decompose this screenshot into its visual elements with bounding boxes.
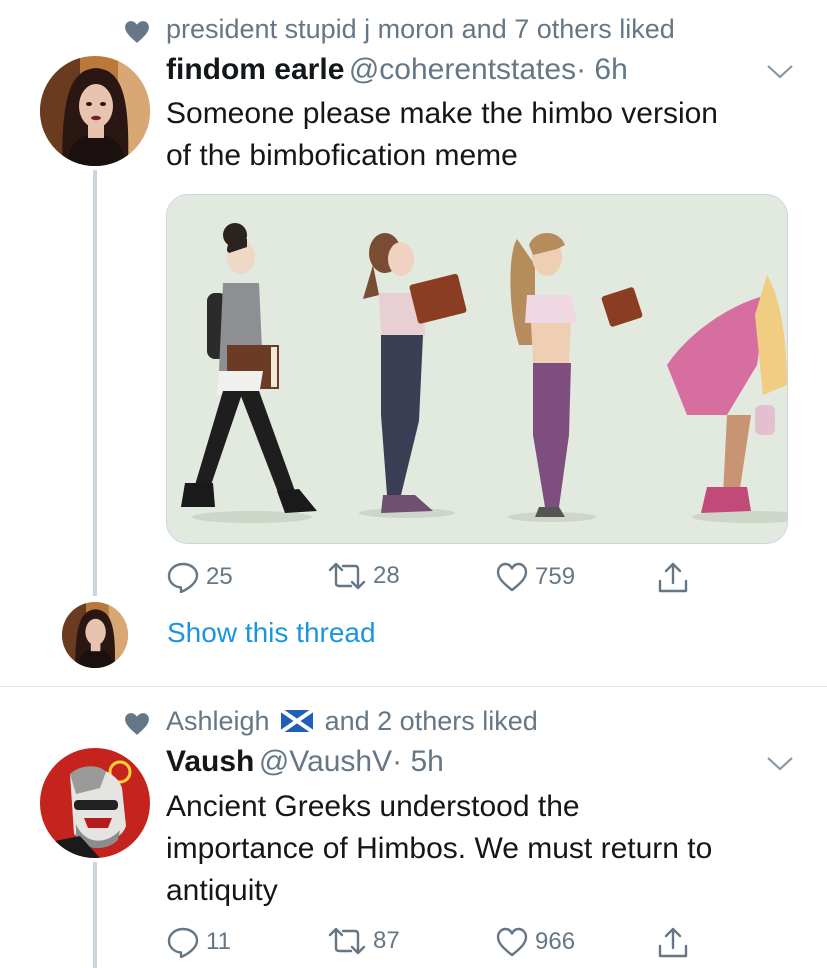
tweet-text-line: of the bimbofication meme (166, 139, 518, 172)
thread-avatar[interactable] (62, 602, 128, 668)
meme-illustration (167, 195, 787, 543)
retweet-count: 87 (373, 927, 400, 954)
timestamp[interactable]: · 5h (392, 745, 444, 778)
heart-icon (125, 713, 149, 735)
reply-count: 25 (206, 563, 233, 590)
share-button[interactable] (656, 926, 696, 960)
timestamp[interactable]: · 6h (576, 53, 628, 86)
like-icon (496, 927, 528, 957)
retweet-count: 28 (373, 562, 400, 589)
display-name[interactable]: findom earle (166, 53, 344, 86)
tweet-header: findom earle @coherentstates· 6h (166, 53, 628, 92)
social-context-name[interactable]: Ashleigh (166, 706, 270, 736)
retweet-button[interactable]: 87 (327, 926, 400, 956)
avatar[interactable] (40, 748, 150, 858)
tweet-divider (0, 686, 827, 687)
avatar-image (62, 602, 128, 668)
avatar-image (40, 748, 150, 858)
social-context-rest: and 2 others liked (324, 706, 538, 736)
handle[interactable]: @coherentstates (349, 53, 576, 86)
share-icon (658, 927, 688, 958)
tweet-text-line: antiquity (166, 874, 278, 907)
like-count: 966 (535, 928, 576, 955)
social-context[interactable]: president stupid j moron and 7 others li… (166, 14, 675, 45)
avatar-image (40, 56, 150, 166)
tweet-text: Ancient Greeks understood the importance… (166, 786, 712, 912)
reply-icon (167, 927, 199, 958)
handle[interactable]: @VaushV (259, 745, 392, 778)
thread-line (93, 862, 97, 968)
tweet-media-image[interactable] (166, 194, 788, 544)
tweet-text: Someone please make the himbo version of… (166, 93, 718, 177)
scotland-flag-icon (279, 708, 315, 734)
thread-line (93, 170, 97, 596)
tweet-text-line: Ancient Greeks understood the (166, 790, 580, 823)
chevron-down-icon[interactable] (766, 756, 794, 772)
reply-button[interactable]: 25 (166, 561, 233, 593)
heart-icon (125, 21, 149, 43)
tweet-header: Vaush @VaushV· 5h (166, 745, 444, 784)
reply-count: 11 (206, 928, 231, 955)
reply-button[interactable]: 11 (166, 926, 231, 958)
show-thread-link[interactable]: Show this thread (167, 617, 376, 649)
tweet-text-line: importance of Himbos. We must return to (166, 832, 713, 865)
tweet-text-line: Someone please make the himbo version (166, 97, 718, 130)
social-context[interactable]: Ashleigh and 2 others liked (166, 706, 538, 737)
like-count: 759 (535, 563, 576, 590)
retweet-icon (328, 927, 366, 955)
retweet-icon (328, 562, 366, 590)
retweet-button[interactable]: 28 (327, 561, 400, 591)
like-button[interactable]: 759 (495, 561, 575, 593)
like-icon (496, 562, 528, 592)
share-icon (658, 562, 688, 593)
avatar[interactable] (40, 56, 150, 166)
like-button[interactable]: 966 (495, 926, 575, 958)
chevron-down-icon[interactable] (766, 64, 794, 80)
share-button[interactable] (656, 561, 696, 595)
reply-icon (167, 562, 199, 593)
display-name[interactable]: Vaush (166, 745, 254, 778)
